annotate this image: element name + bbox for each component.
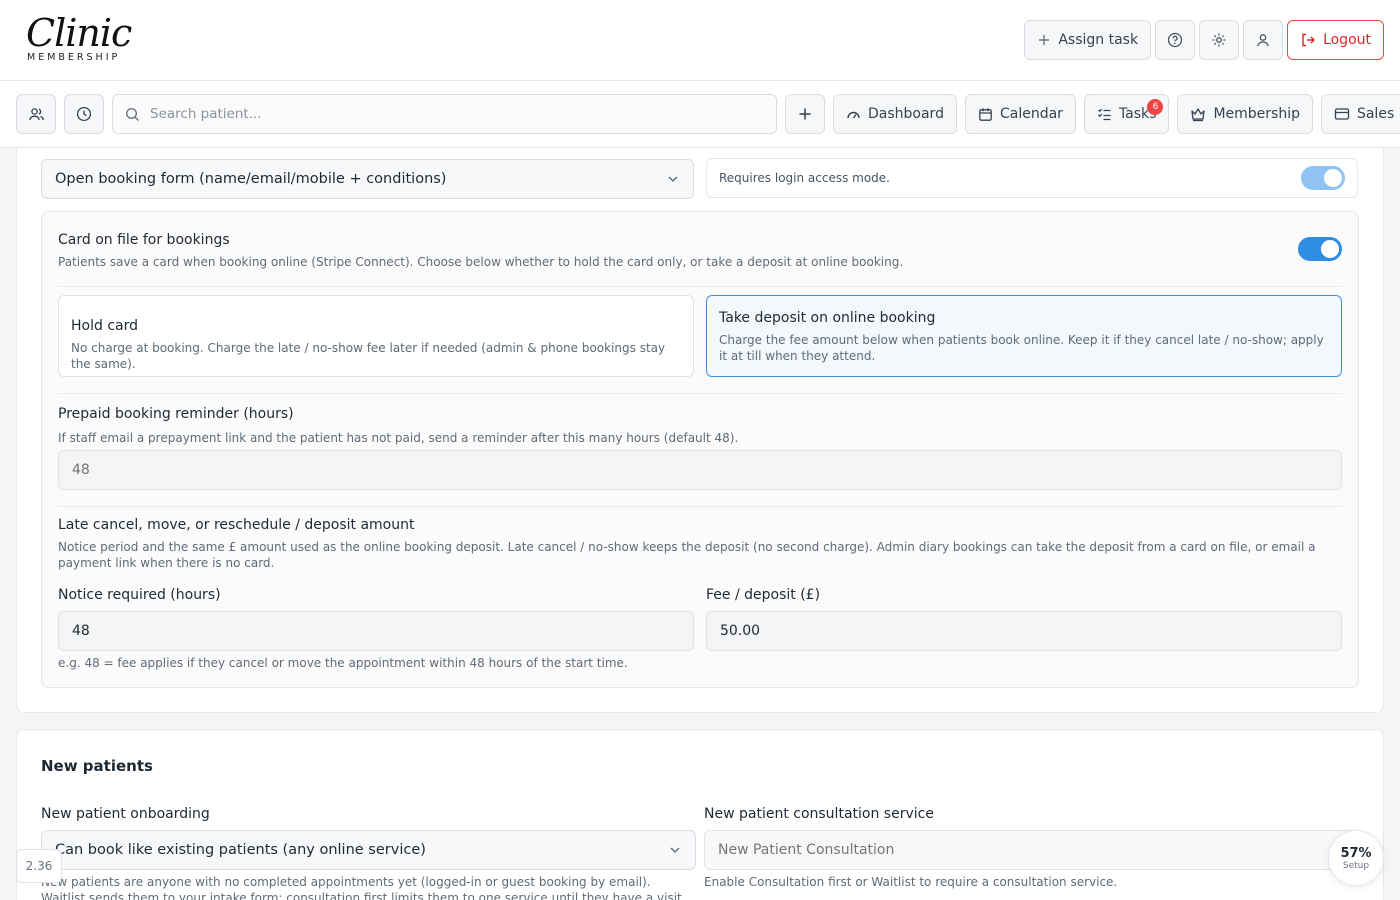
tab-label: Membership: [1213, 106, 1300, 122]
search-input[interactable]: [150, 106, 750, 122]
prepaid-reminder-input[interactable]: [58, 450, 1342, 490]
setup-label: Setup: [1342, 860, 1370, 871]
login-access-row: Requires login access mode.: [706, 158, 1358, 198]
tab-membership[interactable]: Membership: [1177, 94, 1313, 134]
section-title: New patients: [41, 757, 153, 775]
nav-tabs: Dashboard Calendar Tasks 6 Membership Sa…: [833, 94, 1400, 134]
top-header: Clinic MEMBERSHIP Assign task Logout: [0, 0, 1400, 81]
patients-button[interactable]: [16, 94, 56, 134]
logo-script: Clinic: [26, 11, 132, 55]
calendar-icon: [978, 107, 993, 122]
clinic-logo[interactable]: Clinic MEMBERSHIP: [26, 12, 136, 68]
logout-label: Logout: [1323, 32, 1371, 48]
card-on-file-panel: Card on file for bookings Patients save …: [41, 211, 1359, 688]
tab-dashboard[interactable]: Dashboard: [833, 94, 957, 134]
recent-button[interactable]: [64, 94, 104, 134]
assign-task-button[interactable]: Assign task: [1024, 20, 1152, 60]
header-actions: Assign task Logout: [1024, 20, 1384, 60]
option-title: Hold card: [71, 318, 138, 334]
onboarding-value: Can book like existing patients (any onl…: [55, 842, 426, 858]
prepaid-reminder-description: If staff email a prepayment link and the…: [58, 431, 739, 445]
clock-icon: [76, 106, 92, 122]
help-icon: [1167, 32, 1183, 48]
user-icon: [1255, 32, 1271, 48]
divider: [58, 506, 1342, 507]
plus-icon: [1037, 33, 1051, 47]
tab-calendar[interactable]: Calendar: [964, 94, 1076, 134]
help-button[interactable]: [1155, 20, 1196, 60]
assign-task-label: Assign task: [1058, 32, 1139, 48]
tasks-count-badge: 6: [1147, 99, 1164, 115]
patient-search[interactable]: [112, 94, 777, 134]
settings-button[interactable]: [1199, 20, 1240, 60]
notice-label: Notice required (hours): [58, 587, 221, 603]
option-description: No charge at booking. Charge the late / …: [71, 341, 666, 371]
option-hold-card[interactable]: Hold card No charge at booking. Charge t…: [58, 295, 694, 377]
chevron-down-icon: [669, 844, 681, 856]
card-on-file-title: Card on file for bookings: [58, 232, 230, 248]
booking-form-value: Open booking form (name/email/mobile + c…: [55, 171, 447, 187]
search-icon: [125, 107, 140, 122]
option-title: Take deposit on online booking: [719, 310, 936, 326]
late-cancel-description: Notice period and the same £ amount used…: [58, 540, 1316, 570]
consultation-hint: Enable Consultation first or Waitlist to…: [704, 875, 1118, 889]
divider: [58, 393, 1342, 394]
add-button[interactable]: [785, 94, 825, 134]
nav-bar: Dashboard Calendar Tasks 6 Membership: [0, 81, 1400, 148]
fee-label: Fee / deposit (£): [706, 587, 821, 603]
option-description: Charge the fee amount below when patient…: [719, 333, 1324, 363]
gauge-icon: [846, 107, 861, 122]
notice-example: e.g. 48 = fee applies if they cancel or …: [58, 656, 628, 670]
booking-form-select[interactable]: Open booking form (name/email/mobile + c…: [41, 159, 694, 199]
onboarding-select[interactable]: Can book like existing patients (any onl…: [41, 830, 696, 870]
task-list-icon: [1097, 107, 1112, 122]
users-icon: [28, 106, 45, 123]
prepaid-reminder-title: Prepaid booking reminder (hours): [58, 406, 294, 422]
credit-card-icon: [1334, 107, 1350, 121]
gear-icon: [1211, 32, 1227, 48]
logout-icon: [1300, 32, 1316, 48]
onboarding-label: New patient onboarding: [41, 806, 210, 822]
tab-tasks[interactable]: Tasks 6: [1083, 94, 1170, 134]
setup-progress[interactable]: 57% Setup: [1328, 830, 1384, 886]
chevron-down-icon: [667, 173, 679, 185]
consultation-label: New patient consultation service: [704, 806, 934, 822]
tab-sales[interactable]: Sales: [1320, 94, 1400, 134]
card-on-file-description: Patients save a card when booking online…: [58, 255, 904, 269]
onboarding-hint: New patients are anyone with no complete…: [41, 875, 686, 900]
login-access-toggle[interactable]: [1301, 166, 1345, 190]
setup-percent: 57%: [1340, 845, 1372, 861]
tab-label: Calendar: [999, 106, 1063, 122]
logout-button[interactable]: Logout: [1287, 20, 1384, 60]
version-badge: 2.36: [16, 849, 62, 883]
card-on-file-toggle[interactable]: [1298, 237, 1342, 261]
consultation-service-input[interactable]: [704, 830, 1359, 870]
profile-button[interactable]: [1243, 20, 1284, 60]
tab-label: Dashboard: [868, 106, 944, 122]
fee-deposit-input[interactable]: [706, 611, 1342, 651]
notice-hours-input[interactable]: [58, 611, 694, 651]
option-take-deposit[interactable]: Take deposit on online booking Charge th…: [706, 295, 1342, 377]
late-cancel-title: Late cancel, move, or reschedule / depos…: [58, 517, 415, 533]
divider: [58, 286, 1342, 287]
plus-icon: [798, 107, 812, 121]
tab-label: Sales: [1356, 106, 1395, 122]
crown-icon: [1190, 107, 1206, 122]
login-access-text: Requires login access mode.: [719, 171, 890, 185]
logo-subtitle: MEMBERSHIP: [27, 52, 121, 63]
